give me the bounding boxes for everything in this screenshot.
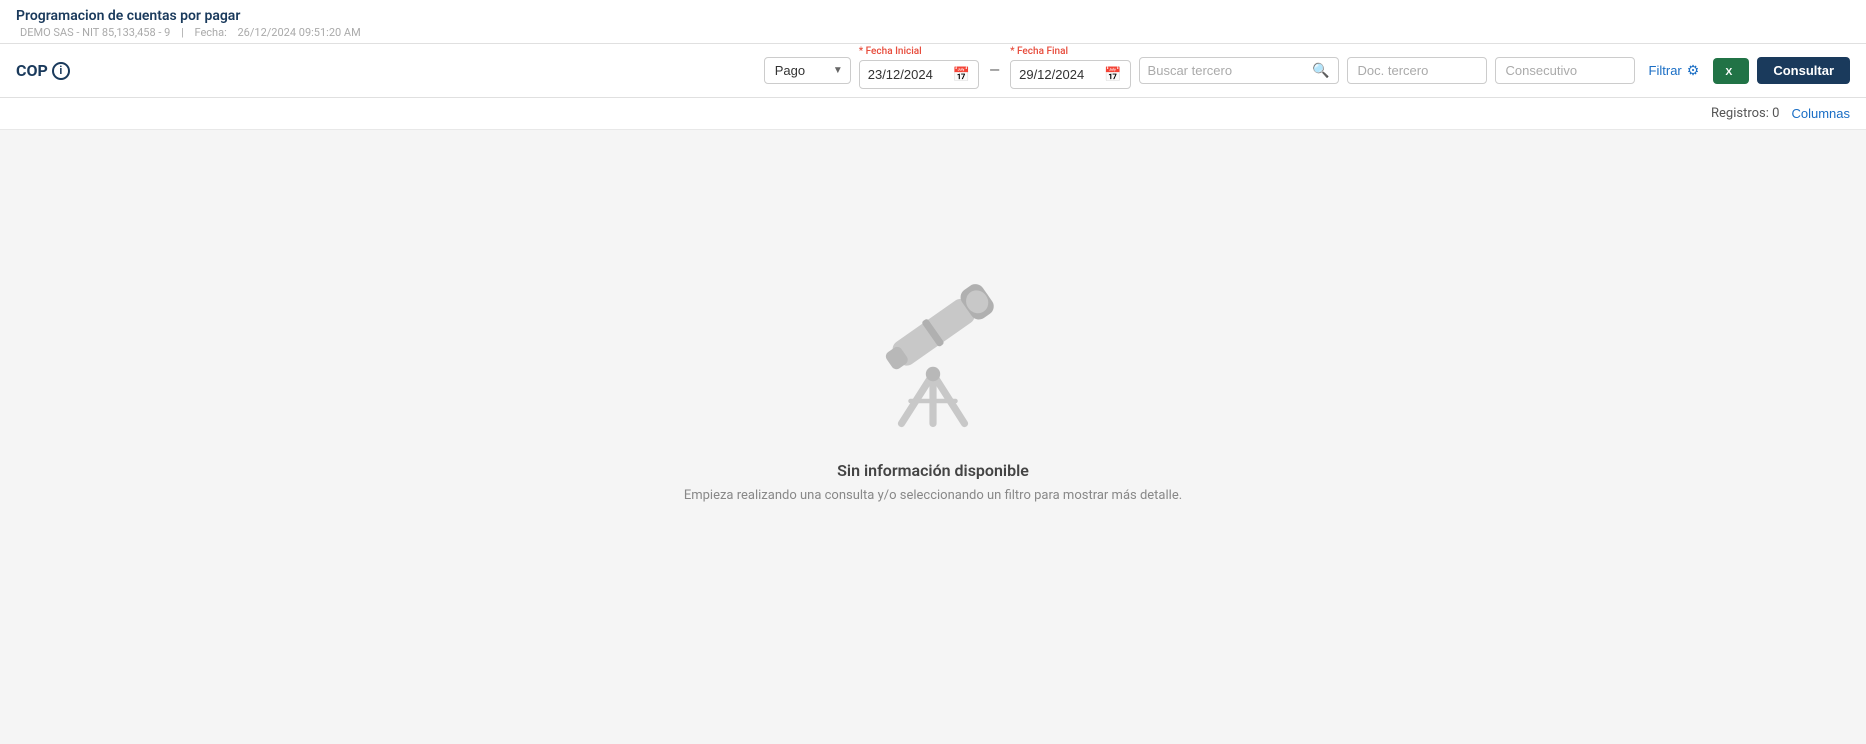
filtrar-label: Filtrar — [1649, 63, 1682, 78]
fecha-inicial-wrapper: * Fecha Inicial 📅 — [859, 60, 979, 89]
info-icon[interactable]: i — [52, 62, 70, 80]
excel-icon: X — [1723, 63, 1739, 79]
buscar-tercero-wrapper: 🔍 — [1139, 57, 1339, 84]
fecha-final-wrapper: * Fecha Final 📅 — [1010, 60, 1130, 89]
buscar-tercero-input[interactable] — [1148, 58, 1313, 83]
svg-text:X: X — [1726, 67, 1733, 78]
consultar-button[interactable]: Consultar — [1757, 57, 1850, 84]
filter-controls: Pago Anticipo Todos ▼ * Fecha Inicial 📅 … — [764, 52, 1850, 89]
columnas-button[interactable]: Columnas — [1791, 104, 1850, 123]
payment-type-wrapper: Pago Anticipo Todos ▼ — [764, 57, 851, 84]
fecha-final-calendar-icon[interactable]: 📅 — [1096, 61, 1129, 88]
search-icon[interactable]: 🔍 — [1312, 62, 1329, 79]
consecutivo-input[interactable] — [1495, 57, 1635, 84]
date-label: Fecha: — [195, 26, 227, 39]
empty-state-subtitle: Empieza realizando una consulta y/o sele… — [684, 488, 1182, 503]
date-range-separator: — — [987, 63, 1002, 79]
fecha-inicial-calendar-icon[interactable]: 📅 — [945, 61, 978, 88]
app-header: Programacion de cuentas por pagar DEMO S… — [0, 0, 1866, 44]
date-value: 26/12/2024 09:51:20 AM — [238, 26, 361, 39]
currency-badge: COP i — [16, 61, 70, 80]
fecha-inicial-label: * Fecha Inicial — [859, 46, 922, 57]
company-name: DEMO SAS - NIT 85,133,458 - 9 — [20, 26, 170, 39]
separator: | — [181, 26, 184, 39]
registros-label: Registros: — [1711, 106, 1769, 121]
filtrar-button[interactable]: Filtrar ⚙ — [1643, 57, 1706, 84]
fecha-final-label: * Fecha Final — [1010, 46, 1068, 57]
fecha-inicial-input-row: 📅 — [859, 60, 979, 89]
empty-state-title: Sin información disponible — [837, 461, 1029, 480]
filter-icon: ⚙ — [1687, 62, 1700, 79]
empty-state-illustration — [843, 257, 1023, 437]
main-content: Sin información disponible Empieza reali… — [0, 130, 1866, 630]
fecha-final-input-row: 📅 — [1010, 60, 1130, 89]
registros-value: 0 — [1772, 106, 1779, 121]
payment-type-select[interactable]: Pago Anticipo Todos — [764, 57, 851, 84]
empty-state-subtitle-text: Empieza realizando una consulta y/o sele… — [684, 488, 1182, 503]
app-subtitle: DEMO SAS - NIT 85,133,458 - 9 | Fecha: 2… — [16, 26, 1850, 39]
registros-text: Registros: 0 — [1711, 106, 1779, 121]
sub-toolbar: Registros: 0 Columnas — [0, 98, 1866, 130]
currency-text: COP — [16, 61, 48, 80]
fecha-final-input[interactable] — [1011, 62, 1096, 87]
fecha-inicial-input[interactable] — [860, 62, 945, 87]
page-title: Programacion de cuentas por pagar — [16, 8, 1850, 24]
toolbar: COP i Pago Anticipo Todos ▼ * Fecha Inic… — [0, 44, 1866, 98]
excel-button[interactable]: X — [1713, 58, 1749, 84]
doc-tercero-input[interactable] — [1347, 57, 1487, 84]
